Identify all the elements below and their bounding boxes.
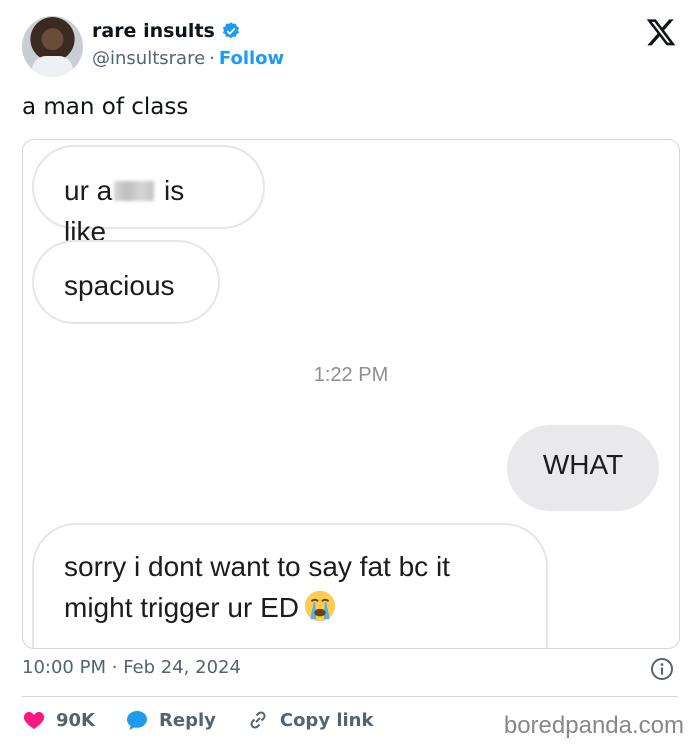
reply-button[interactable]: Reply bbox=[125, 708, 216, 732]
author-name[interactable]: rare insults bbox=[92, 20, 215, 42]
author-handle[interactable]: @insultsrare bbox=[92, 48, 205, 69]
message-text: spacious bbox=[64, 270, 175, 301]
tweet-text: a man of class bbox=[22, 94, 189, 120]
author-handle-row: @insultsrare · Follow bbox=[92, 48, 284, 69]
like-count: 90K bbox=[56, 709, 95, 731]
reply-label: Reply bbox=[159, 709, 216, 731]
message-bubble-sent: WHAT bbox=[507, 425, 659, 511]
message-bubble-received: spacious bbox=[32, 240, 220, 324]
action-bar: 90K Reply Copy link bbox=[22, 708, 403, 732]
copy-link-label: Copy link bbox=[279, 709, 374, 731]
tweet-time[interactable]: 10:00 PM bbox=[22, 657, 106, 678]
link-icon bbox=[250, 711, 266, 729]
tweet-timestamp[interactable]: 10:00 PM · Feb 24, 2024 bbox=[22, 657, 241, 678]
tweet-date[interactable]: Feb 24, 2024 bbox=[123, 657, 241, 678]
x-logo-icon[interactable] bbox=[645, 16, 677, 48]
verified-badge-icon bbox=[222, 22, 239, 39]
reply-bubble-icon bbox=[127, 711, 147, 730]
author-name-row: rare insults bbox=[92, 20, 241, 42]
watermark: boredpanda.com bbox=[503, 712, 684, 739]
message-text: ur a bbox=[64, 175, 113, 206]
like-button[interactable]: 90K bbox=[22, 708, 95, 732]
tweet-media-image[interactable]: ur a is like spacious 1:22 PM WHAT sorry… bbox=[22, 139, 680, 649]
divider bbox=[22, 696, 678, 697]
message-timestamp: 1:22 PM bbox=[313, 364, 389, 386]
info-icon[interactable] bbox=[650, 657, 674, 681]
censor-blur bbox=[114, 181, 155, 201]
message-bubble-received: sorry i dont want to say fat bc it might… bbox=[32, 523, 548, 648]
follow-button[interactable]: Follow bbox=[219, 48, 284, 69]
date-separator: · bbox=[111, 657, 118, 678]
message-bubble-received: ur a is like bbox=[32, 145, 265, 247]
handle-separator: · bbox=[209, 48, 215, 69]
heart-icon bbox=[23, 712, 45, 729]
message-text: might trigger ur ED bbox=[64, 591, 299, 623]
message-text: WHAT bbox=[542, 449, 624, 480]
copy-link-button[interactable]: Copy link bbox=[246, 708, 374, 732]
message-text: sorry i dont want to say fat bc it bbox=[64, 551, 450, 582]
avatar[interactable] bbox=[22, 16, 83, 77]
crying-face-icon bbox=[304, 590, 336, 621]
